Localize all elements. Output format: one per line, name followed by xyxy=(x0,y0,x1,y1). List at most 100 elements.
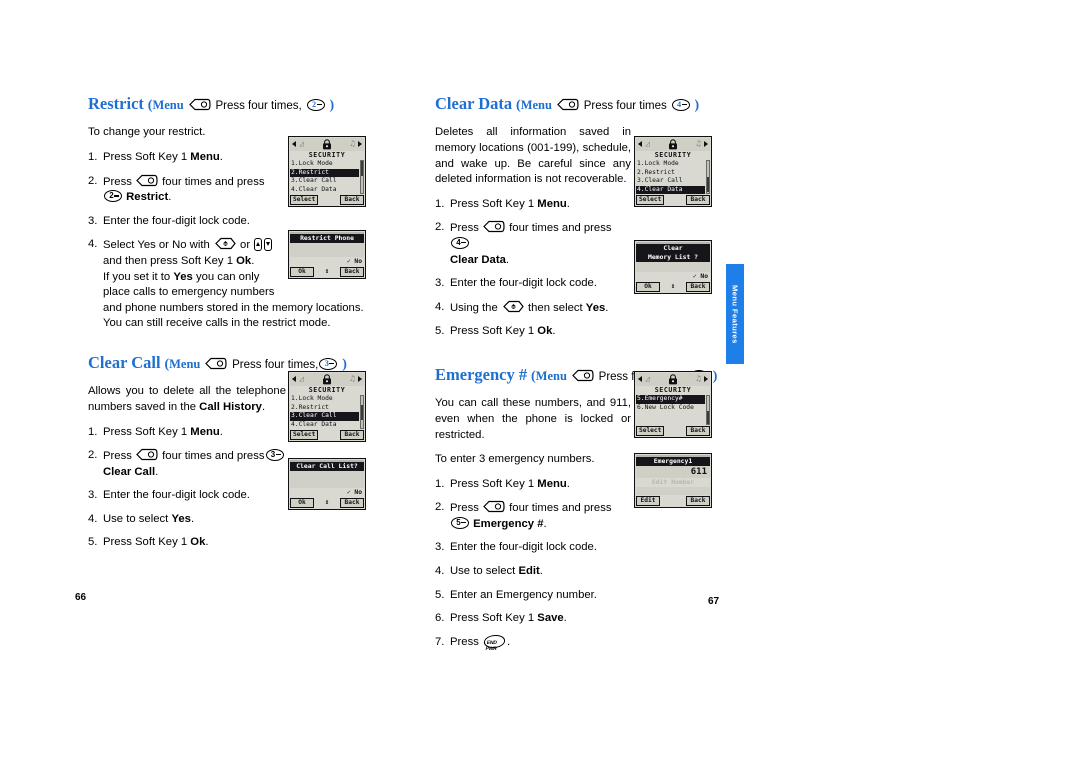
nav-key-icon xyxy=(188,98,211,111)
lock-icon xyxy=(668,374,678,385)
check-icon: ✓ xyxy=(346,489,351,496)
restrict-bold: Restrict xyxy=(126,191,169,204)
list-item[interactable]: 1.Lock Mode xyxy=(290,395,359,404)
emergency-number-value[interactable]: 611 xyxy=(636,466,710,478)
key-5-icon: 5 xyxy=(451,516,469,529)
section-heading-clear-call: Clear Call (Menu Press four times, 3 ) xyxy=(88,353,373,372)
emergency-intro: You can call these numbers, and 911, eve… xyxy=(435,397,631,441)
status-bar: ◿ ♫ xyxy=(636,373,710,386)
step-text: Press Soft Key 1 xyxy=(103,536,188,549)
screen-banner-line1: Clear xyxy=(636,244,710,253)
soft-key-left[interactable]: Select xyxy=(636,195,665,206)
soft-key-right[interactable]: Back xyxy=(686,195,710,206)
soft-key-right[interactable]: Back xyxy=(686,496,710,506)
soft-key-right[interactable]: Back xyxy=(686,426,710,436)
speaker-icon: ♫ xyxy=(350,374,355,383)
step-number: 1. xyxy=(88,425,98,438)
soft-key-right[interactable]: Back xyxy=(340,498,364,508)
nav-key-icon xyxy=(556,98,579,111)
period: . xyxy=(251,254,255,267)
list-item[interactable]: 3.Clear Call xyxy=(290,412,359,421)
screen-blank-area xyxy=(290,471,364,488)
status-bar: ◿ ♫ xyxy=(290,138,364,151)
scrollbar[interactable] xyxy=(706,395,710,425)
signal-icon: ◿ xyxy=(299,374,304,383)
restrict-step-4-line2: and then press Soft Key 1 Ok. xyxy=(88,254,286,270)
step-number: 2. xyxy=(88,174,98,187)
yes-bold: Yes xyxy=(585,301,606,314)
restrict-step-4: 4. Select Yes or No with or xyxy=(88,237,286,254)
soft-key-left[interactable]: Select xyxy=(290,430,319,441)
clear-call-step-5: 5. Press Soft Key 1 Ok. xyxy=(88,535,286,551)
step-text: Enter the four-digit lock code. xyxy=(450,541,597,554)
soft-key-right[interactable]: Back xyxy=(340,430,364,441)
lock-icon xyxy=(322,374,332,385)
selected-value: No xyxy=(354,258,362,265)
list-item[interactable]: 1.Lock Mode xyxy=(290,160,359,169)
restrict-step-4-line6: You can still receive calls in the restr… xyxy=(88,316,373,332)
selected-value-row[interactable]: ✓ No xyxy=(290,488,364,497)
list-item[interactable]: 4.Clear Data xyxy=(290,421,359,430)
nav-key-icon xyxy=(571,369,594,382)
soft-key-left[interactable]: Ok xyxy=(290,267,314,277)
step-number: 4. xyxy=(435,300,445,313)
step4-line6: You can still receive calls in the restr… xyxy=(103,317,331,330)
list-item[interactable]: 2.Restrict xyxy=(636,169,705,178)
step-number: 3. xyxy=(88,489,98,502)
edit-bold: Edit xyxy=(518,565,540,578)
status-bar: ◿ ♫ xyxy=(636,138,710,151)
intro-c: . xyxy=(261,400,266,413)
press-word: Press xyxy=(103,175,132,188)
soft-key-left[interactable]: Select xyxy=(290,195,319,206)
screen-title: SECURITY xyxy=(636,151,710,160)
list-item[interactable]: 4.Clear Data xyxy=(636,185,705,195)
step4-line1: Select Yes or No with xyxy=(103,239,210,252)
restrict-step-1: 1. Press Soft Key 1 Menu. xyxy=(88,150,286,166)
key-2-icon: 2 xyxy=(306,99,325,111)
signal-icon: ◿ xyxy=(645,374,650,383)
period: . xyxy=(552,325,556,338)
soft-key-right[interactable]: Back xyxy=(686,282,710,292)
updown-indicator-icon: ↕ xyxy=(324,267,330,275)
list-item[interactable]: 3.Clear Call xyxy=(636,177,705,186)
soft-key-left[interactable]: Ok xyxy=(636,282,660,292)
list-item[interactable]: 2.Restrict xyxy=(290,168,359,178)
nav-key-icon xyxy=(136,448,158,461)
screen-title: SECURITY xyxy=(636,386,710,395)
selected-value-row[interactable]: ✓ No xyxy=(290,257,364,266)
list-item[interactable]: 3.Clear Call xyxy=(290,177,359,186)
soft-key-right[interactable]: Back xyxy=(340,267,364,277)
step4-line2: and then press Soft Key 1 xyxy=(103,254,237,267)
step-text: Enter the four-digit lock code. xyxy=(103,214,250,227)
menu-bold: Menu xyxy=(190,425,220,438)
yes-bold: Yes xyxy=(173,270,193,283)
step-number: 1. xyxy=(435,477,445,490)
nav-key-icon xyxy=(483,220,505,233)
right-arrow-icon xyxy=(358,376,362,382)
soft-key-left[interactable]: Select xyxy=(636,426,665,436)
soft-key-left[interactable]: Ok xyxy=(290,498,314,508)
list-item[interactable]: 6.New Lock Code xyxy=(636,404,705,413)
list-item[interactable]: 2.Restrict xyxy=(290,404,359,413)
soft-key-left[interactable]: Edit xyxy=(636,496,660,506)
left-arrow-icon xyxy=(638,376,642,382)
save-bold: Save xyxy=(537,612,564,625)
left-arrow-icon xyxy=(292,141,296,147)
menu-list: 1.Lock Mode 2.Restrict 3.Clear Call 4.Cl… xyxy=(636,160,710,195)
scrollbar[interactable] xyxy=(360,160,364,195)
scrollbar[interactable] xyxy=(360,395,364,430)
list-item[interactable]: 4.Clear Data xyxy=(290,186,359,195)
list-item[interactable]: 5.Emergency# xyxy=(636,395,705,404)
lock-icon xyxy=(668,139,678,150)
selected-value-row[interactable]: ✓ No xyxy=(636,272,710,281)
soft-key-right[interactable]: Back xyxy=(340,195,364,206)
key-3-icon: 3 xyxy=(319,357,338,370)
screen-banner: Clear Call List? xyxy=(290,462,364,471)
speaker-icon: ♫ xyxy=(350,139,355,148)
manual-page: Restrict (Menu Press four times, 2 ) To … xyxy=(0,0,1080,763)
or-word: or xyxy=(240,239,251,252)
screen-banner-line2: Memory List ? xyxy=(636,253,710,262)
scrollbar[interactable] xyxy=(706,160,710,195)
list-item[interactable]: 1.Lock Mode xyxy=(636,160,705,169)
key-2-icon: 2 xyxy=(104,190,122,203)
